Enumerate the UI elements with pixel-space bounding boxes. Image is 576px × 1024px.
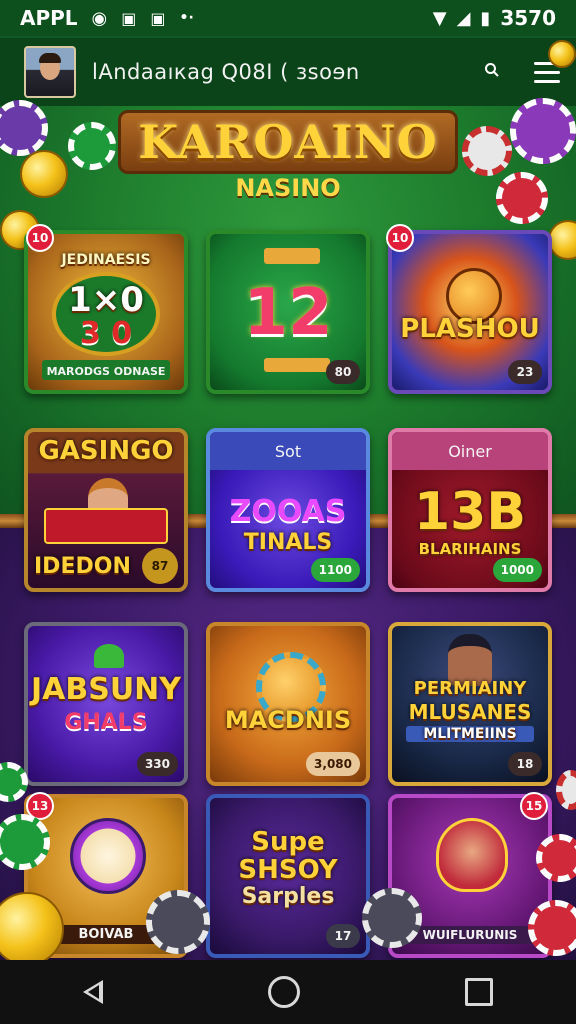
- game-number: 13B: [414, 482, 526, 542]
- game-footer-label: MARODGS ODNASE: [46, 365, 166, 378]
- leaf-crown-icon: [94, 644, 124, 668]
- clock-icon: [70, 818, 146, 894]
- gold-coin-icon: [20, 150, 68, 198]
- notification-badge: 10: [386, 224, 414, 252]
- app-title: lAndaaıкag Q08I ( ɜsoɘn: [92, 60, 360, 84]
- game-subtitle: GHALS: [64, 710, 148, 735]
- game-number: 1×0: [68, 280, 144, 320]
- home-circle-icon[interactable]: [267, 976, 300, 1008]
- player-count: 330: [136, 752, 178, 776]
- player-count: 18: [508, 752, 542, 776]
- menu-line: [534, 70, 560, 74]
- game-tile[interactable]: JABSUNY GHALS 330: [24, 622, 188, 786]
- game-header: Oiner: [392, 432, 548, 470]
- logo-banner: KAROAINO: [118, 110, 458, 174]
- back-triangle-icon[interactable]: [82, 980, 103, 1004]
- game-header: GASINGO: [38, 436, 174, 466]
- game-subtitle: MLUSANES: [408, 700, 532, 724]
- game-tile[interactable]: MACDNIS 3,080: [206, 622, 370, 786]
- ticket-ribbon: [264, 248, 320, 264]
- poker-chip-icon: [146, 890, 210, 954]
- game-tile[interactable]: Sot ZOOAS TINALS 1100: [206, 428, 370, 592]
- card-table: [44, 508, 168, 544]
- player-count: 23: [508, 360, 542, 384]
- gold-coin-icon: [548, 40, 576, 68]
- player-count: 17: [326, 924, 360, 948]
- game-subtitle-secondary: MLITMEIINS: [406, 726, 534, 742]
- poker-chip-icon: [462, 126, 512, 176]
- signal-icon: ◢: [456, 7, 471, 29]
- app-header: lAndaaıкag Q08I ( ɜsoɘn: [0, 38, 576, 106]
- dots-icon: •·: [179, 10, 194, 26]
- game-title: ZOOAS: [229, 494, 347, 529]
- game-title: MACDNIS: [224, 706, 352, 734]
- menu-line: [534, 79, 560, 83]
- ticket-ribbon-bottom: [264, 358, 330, 372]
- player-count: 3,080: [306, 752, 360, 776]
- poker-chip-icon: [362, 888, 422, 948]
- game-tile[interactable]: GASINGO IDEDON 87: [24, 428, 188, 592]
- game-subtitle: Sarples: [241, 884, 335, 909]
- game-title: Supe SHSOY: [238, 827, 338, 885]
- poker-chip-icon: [510, 98, 576, 164]
- clock: 3570: [500, 6, 556, 30]
- heart-frame-icon: [436, 818, 508, 892]
- player-count: 1100: [310, 558, 360, 582]
- game-title: JABSUNY: [30, 672, 182, 707]
- game-title: PLASHOU: [400, 314, 540, 344]
- carrier-label: APPL: [20, 6, 78, 30]
- game-number: 12: [243, 276, 333, 350]
- wifi-icon: ▼: [432, 7, 447, 29]
- recents-square-icon[interactable]: [465, 978, 494, 1006]
- logo-subtitle: NASINO: [235, 174, 341, 202]
- game-tile[interactable]: PLASHOU 23: [388, 230, 552, 394]
- game-title: PERMIAINY: [413, 678, 527, 699]
- game-tile[interactable]: Supe SHSOY Sarples 17: [206, 794, 370, 958]
- player-count: 1000: [492, 558, 542, 582]
- game-tile[interactable]: Oiner 13B BLARIHAINS 1000: [388, 428, 552, 592]
- game-tile[interactable]: JEDINAESIS 1×0 3 0 MARODGS ODNASE: [24, 230, 188, 394]
- logo-title: KAROAINO: [138, 115, 438, 169]
- game-subtitle: TINALS: [243, 530, 333, 555]
- casino-logo: KAROAINO NASINO: [118, 110, 458, 206]
- notification-badge: 10: [26, 224, 54, 252]
- system-nav-bar: [0, 960, 576, 1024]
- battery-icon: ▮: [480, 7, 491, 29]
- poker-chip-icon: [528, 900, 576, 956]
- status-bar: APPL ◉ ▣ ▣ •· ▼ ◢ ▮ 3570: [0, 0, 576, 36]
- game-header: Sot: [210, 432, 366, 470]
- poker-chip-icon: [496, 172, 548, 224]
- player-count: 80: [326, 360, 360, 384]
- notification-badge: 15: [520, 792, 548, 820]
- game-tile[interactable]: 12 80: [206, 230, 370, 394]
- app-icon: ▣: [121, 8, 137, 28]
- avatar[interactable]: [24, 46, 76, 98]
- target-icon: ◉: [91, 7, 108, 29]
- search-icon[interactable]: [472, 62, 512, 83]
- poker-chip-icon: [536, 834, 576, 882]
- app-icon-2: ▣: [150, 8, 166, 28]
- game-number-secondary: 3 0: [79, 316, 133, 351]
- player-count: 87: [142, 548, 178, 584]
- game-tile[interactable]: PERMIAINY MLUSANES MLITMEIINS 18: [388, 622, 552, 786]
- avatar-hair: [39, 53, 61, 63]
- game-subtitle: BLARIHAINS: [418, 540, 522, 558]
- game-title: JEDINAESIS: [61, 252, 151, 268]
- poker-chip-icon: [68, 122, 116, 170]
